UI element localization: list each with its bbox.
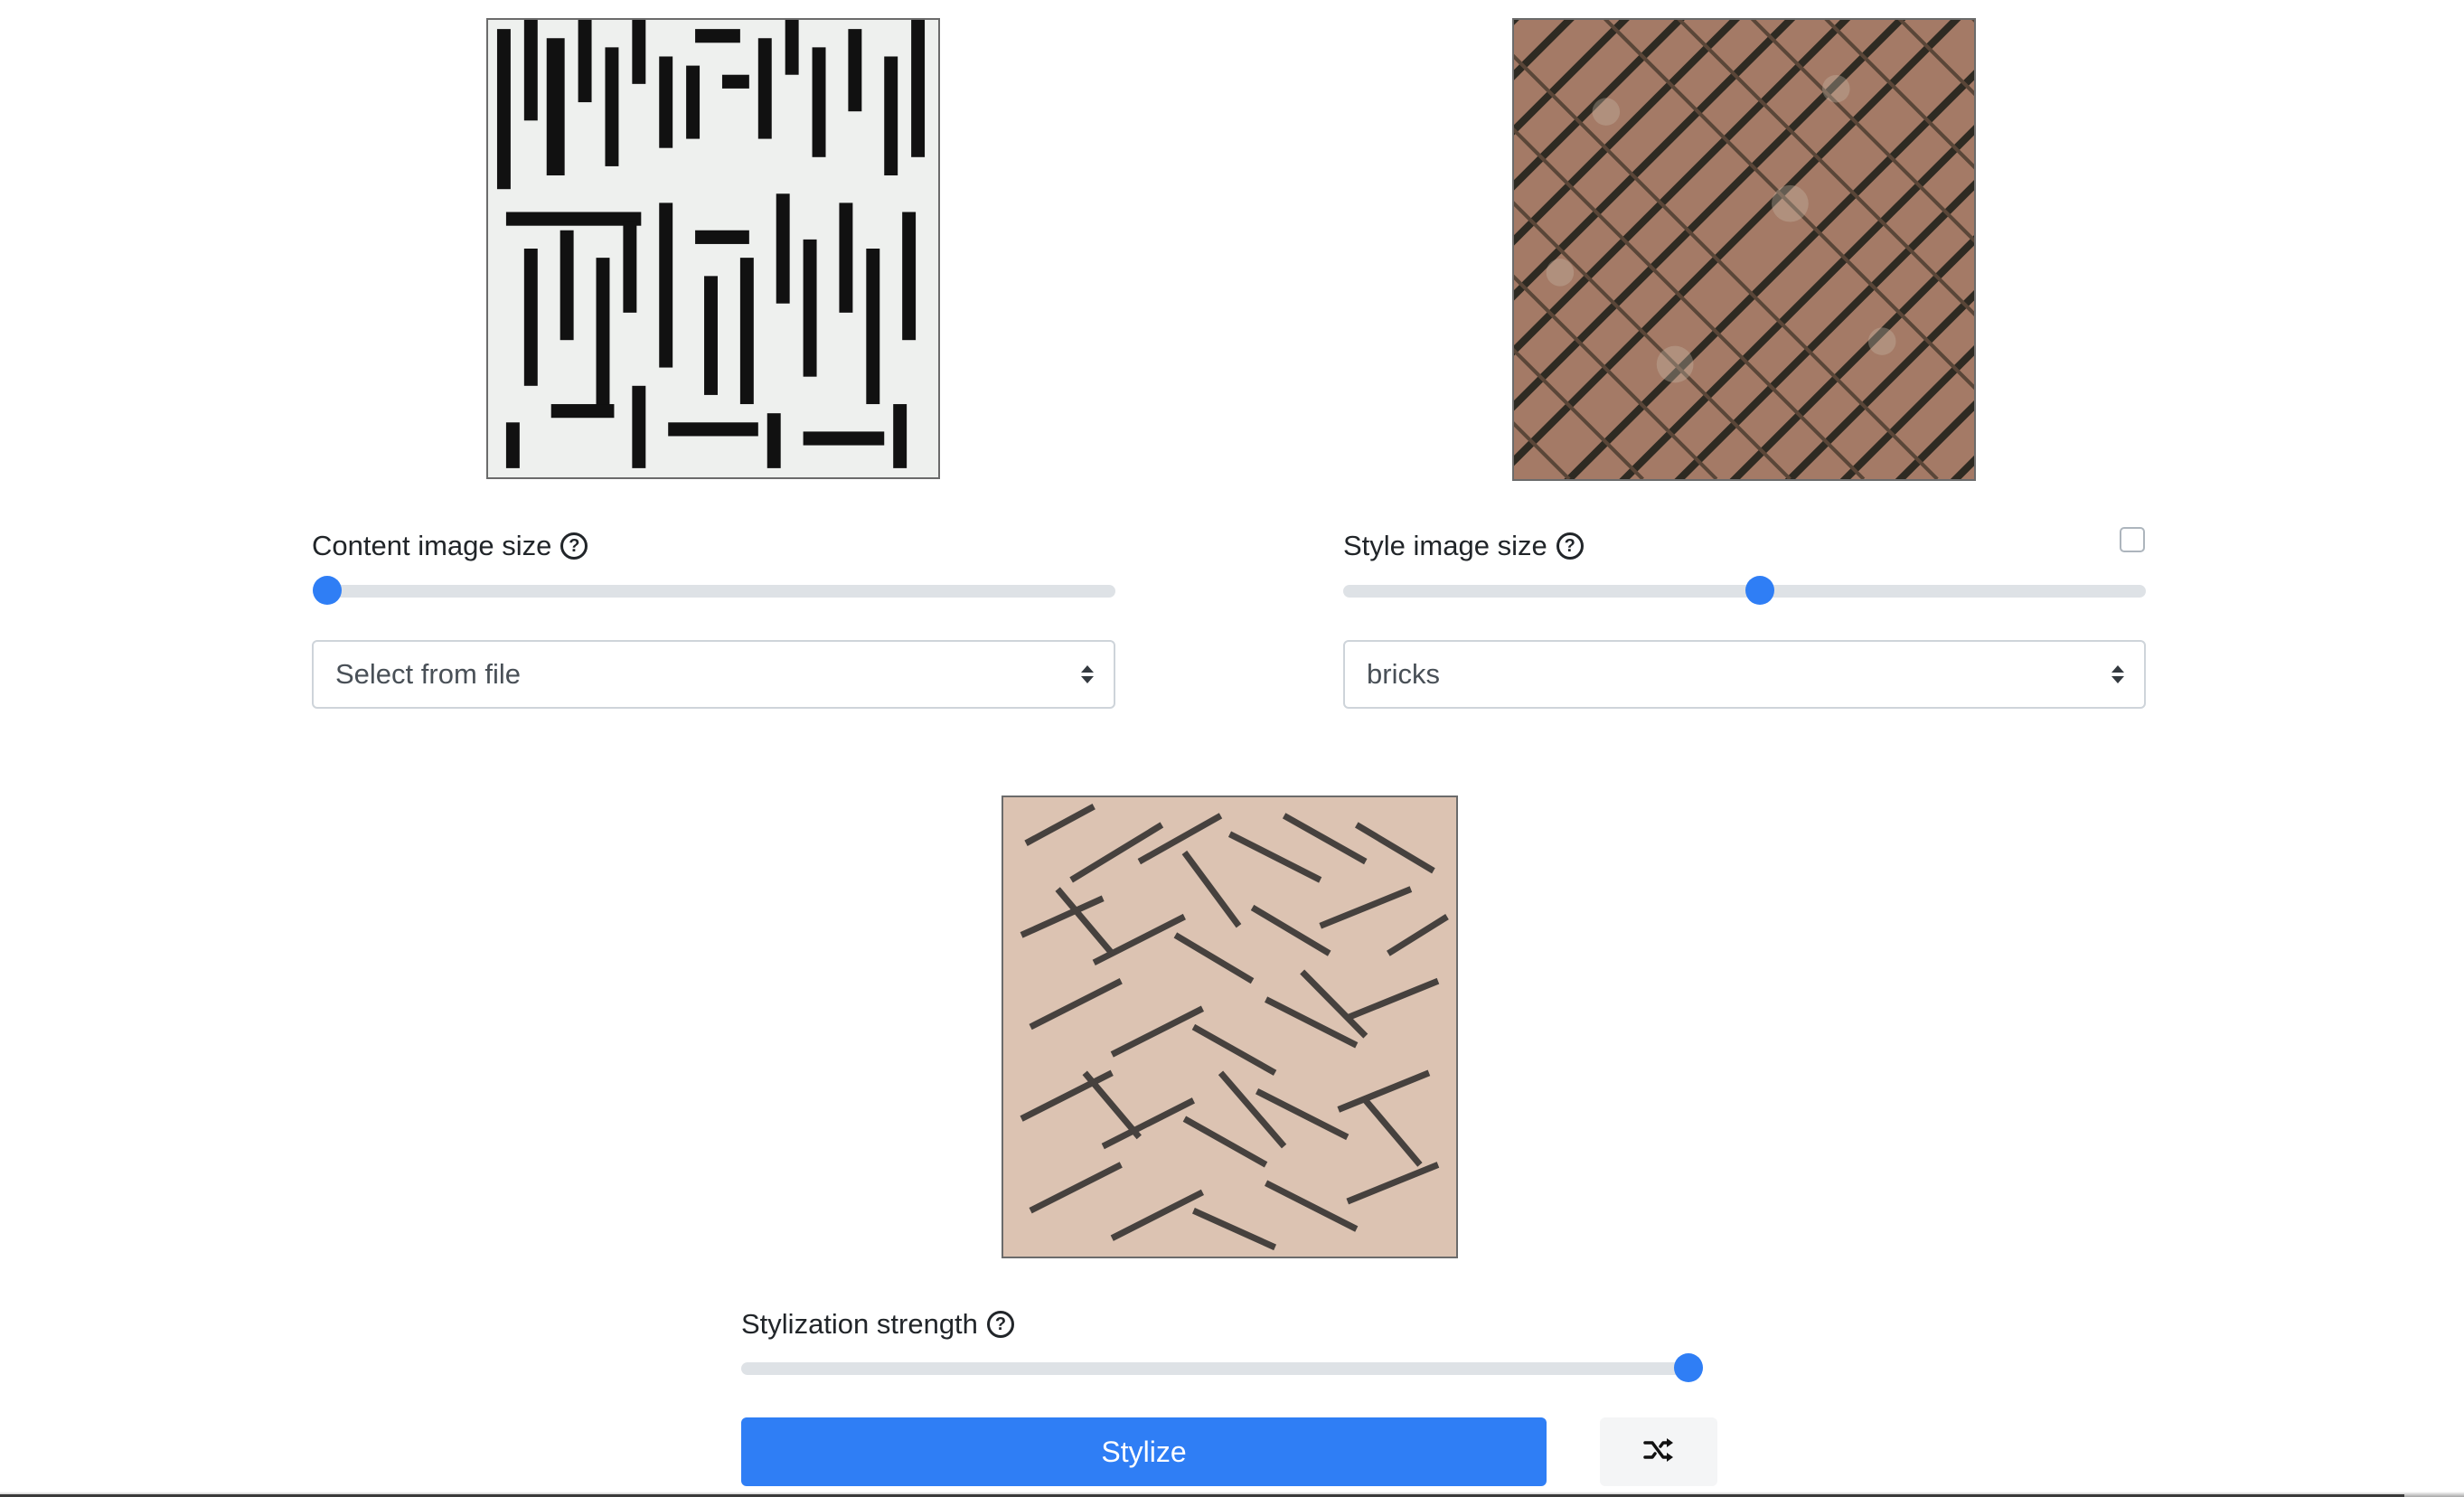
stylize-button-label: Stylize: [1101, 1435, 1187, 1468]
content-size-label-text: Content image size: [312, 530, 552, 561]
style-size-label-text: Style image size: [1343, 530, 1547, 561]
stylize-button[interactable]: Stylize: [741, 1417, 1547, 1486]
randomize-button[interactable]: [1600, 1417, 1717, 1486]
content-source-select[interactable]: Select from file: [312, 640, 1115, 709]
question-circle-icon[interactable]: ?: [986, 1311, 1014, 1338]
slider-track[interactable]: [1343, 585, 2146, 598]
chevron-updown-icon: [1081, 665, 1094, 683]
slider-thumb[interactable]: [313, 576, 342, 605]
slider-track[interactable]: [313, 585, 1115, 598]
stylization-strength-label-text: Stylization strength: [741, 1308, 978, 1340]
content-select-value: Select from file: [335, 658, 522, 690]
style-source-select[interactable]: bricks: [1343, 640, 2146, 709]
style-size-slider[interactable]: [1343, 571, 2146, 607]
content-size-slider[interactable]: [313, 571, 1115, 607]
slider-thumb[interactable]: [1745, 576, 1775, 605]
style-select-value: bricks: [1367, 658, 1440, 690]
question-circle-icon[interactable]: ?: [1556, 532, 1584, 560]
slider-thumb[interactable]: [1674, 1353, 1703, 1382]
stylization-strength-slider[interactable]: [741, 1349, 1703, 1385]
shuffle-icon: [1643, 1436, 1674, 1468]
stylized-image: [1002, 796, 1458, 1258]
style-size-label: Style image size ?: [1343, 528, 1584, 564]
content-image: [486, 18, 940, 479]
stylization-strength-label: Stylization strength ?: [741, 1306, 1014, 1342]
content-size-label: Content image size ?: [312, 528, 588, 564]
page: Content image size ? Select from file St…: [0, 0, 2464, 1497]
style-square-checkbox[interactable]: [2120, 527, 2145, 552]
style-image: [1512, 18, 1976, 481]
question-circle-icon[interactable]: ?: [560, 532, 588, 560]
slider-track[interactable]: [741, 1362, 1703, 1375]
chevron-updown-icon: [2111, 665, 2124, 683]
